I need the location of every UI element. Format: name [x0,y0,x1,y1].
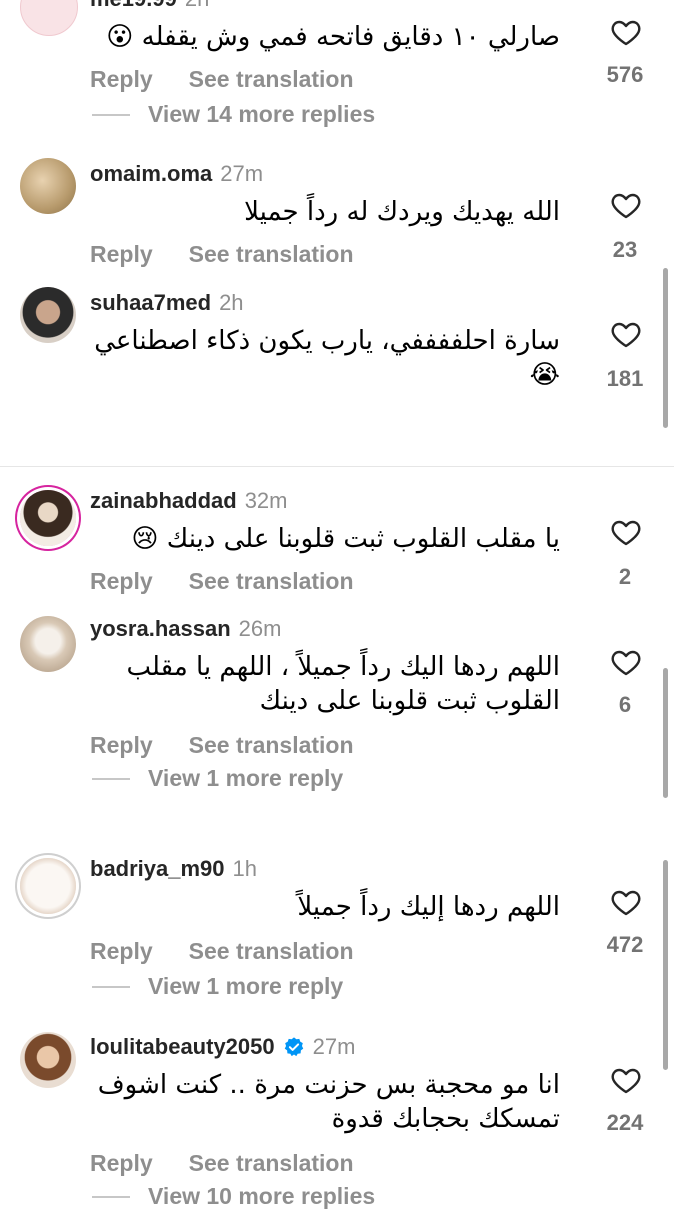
comment-text: يا مقلب القلوب ثبت قلوبنا على دينك 😢 [131,524,560,554]
like-count: 576 [606,62,644,87]
timestamp: 2h [219,290,244,315]
verified-badge-icon [284,1037,303,1057]
avatar[interactable] [20,287,76,343]
heart-icon[interactable] [610,16,642,48]
like-count: 2 [618,564,632,589]
scrollbar[interactable] [663,268,668,428]
timestamp: 27m [220,161,264,186]
timestamp: 2h [185,0,209,12]
username[interactable]: badriya_m90 [90,856,225,882]
avatar[interactable] [20,858,76,914]
view-more-replies-label: View 1 more reply [148,765,344,791]
heart-icon[interactable] [610,516,642,548]
username[interactable]: suhaa7med [90,290,211,316]
comment-text: اللهم ردها اليك رداً جميلاً ، اللهم يا م… [126,652,560,716]
comment-header: me19.99 2h [90,0,209,12]
avatar[interactable] [20,158,76,214]
see-translation-button[interactable]: See translation [189,66,354,93]
see-translation-button[interactable]: See translation [189,241,354,268]
like-count: 6 [618,692,632,717]
view-more-replies-label: View 10 more replies [148,1183,376,1209]
section-divider [0,466,674,467]
view-more-replies[interactable]: View 1 more reply [92,765,343,792]
heart-icon[interactable] [610,1064,642,1096]
see-translation-button[interactable]: See translation [189,732,354,759]
see-translation-button[interactable]: See translation [189,1150,354,1177]
view-more-replies[interactable]: View 1 more reply [92,973,343,1000]
heart-icon[interactable] [610,886,642,918]
like-count: 181 [606,366,644,391]
avatar[interactable] [20,0,78,36]
comment-text: اللهم ردها إليك رداً جميلاً [297,892,560,922]
like-count: 472 [606,932,644,957]
heart-icon[interactable] [610,189,642,221]
divider-line [92,777,130,780]
username[interactable]: yosra.hassan [90,616,231,642]
comment-text: انا مو محجبة بس حزنت مرة .. كنت اشوف تمس… [97,1070,560,1134]
timestamp: 32m [244,488,288,513]
reply-button[interactable]: Reply [90,732,153,759]
view-more-replies-label: View 1 more reply [148,973,344,999]
comment-text: سارة احلففففي، يارب يكون ذكاء اصطناعي 😭 [94,326,560,390]
timestamp: 27m [312,1034,356,1059]
username[interactable]: me19.99 [90,0,177,12]
like-count: 224 [606,1110,644,1135]
like-count: 23 [612,237,638,262]
scrollbar[interactable] [663,668,668,798]
username[interactable]: omaim.oma [90,161,212,187]
reply-button[interactable]: Reply [90,938,153,965]
username[interactable]: zainabhaddad [90,488,237,514]
timestamp: 26m [238,616,282,641]
see-translation-button[interactable]: See translation [189,938,354,965]
divider-line [92,985,130,988]
comment-text: صارلي ١٠ دقايق فاتحه فمي وش يقفله 😮 [106,22,560,52]
divider-line [92,1195,130,1198]
reply-button[interactable]: Reply [90,1150,153,1177]
reply-button[interactable]: Reply [90,568,153,595]
timestamp: 1h [232,856,258,881]
heart-icon[interactable] [610,318,642,350]
comment-text: الله يهديك ويردك له رداً جميلا [244,197,560,227]
view-more-replies[interactable]: View 10 more replies [92,1183,375,1210]
avatar[interactable] [20,490,76,546]
reply-button[interactable]: Reply [90,241,153,268]
see-translation-button[interactable]: See translation [189,568,354,595]
heart-icon[interactable] [610,646,642,678]
scrollbar[interactable] [663,860,668,1070]
view-more-replies[interactable]: View 14 more replies [92,101,375,128]
avatar[interactable] [20,1032,76,1088]
avatar[interactable] [20,616,76,672]
view-more-replies-label: View 14 more replies [148,101,376,127]
reply-button[interactable]: Reply [90,66,153,93]
username[interactable]: loulitabeauty2050 [90,1034,275,1060]
divider-line [92,113,130,116]
